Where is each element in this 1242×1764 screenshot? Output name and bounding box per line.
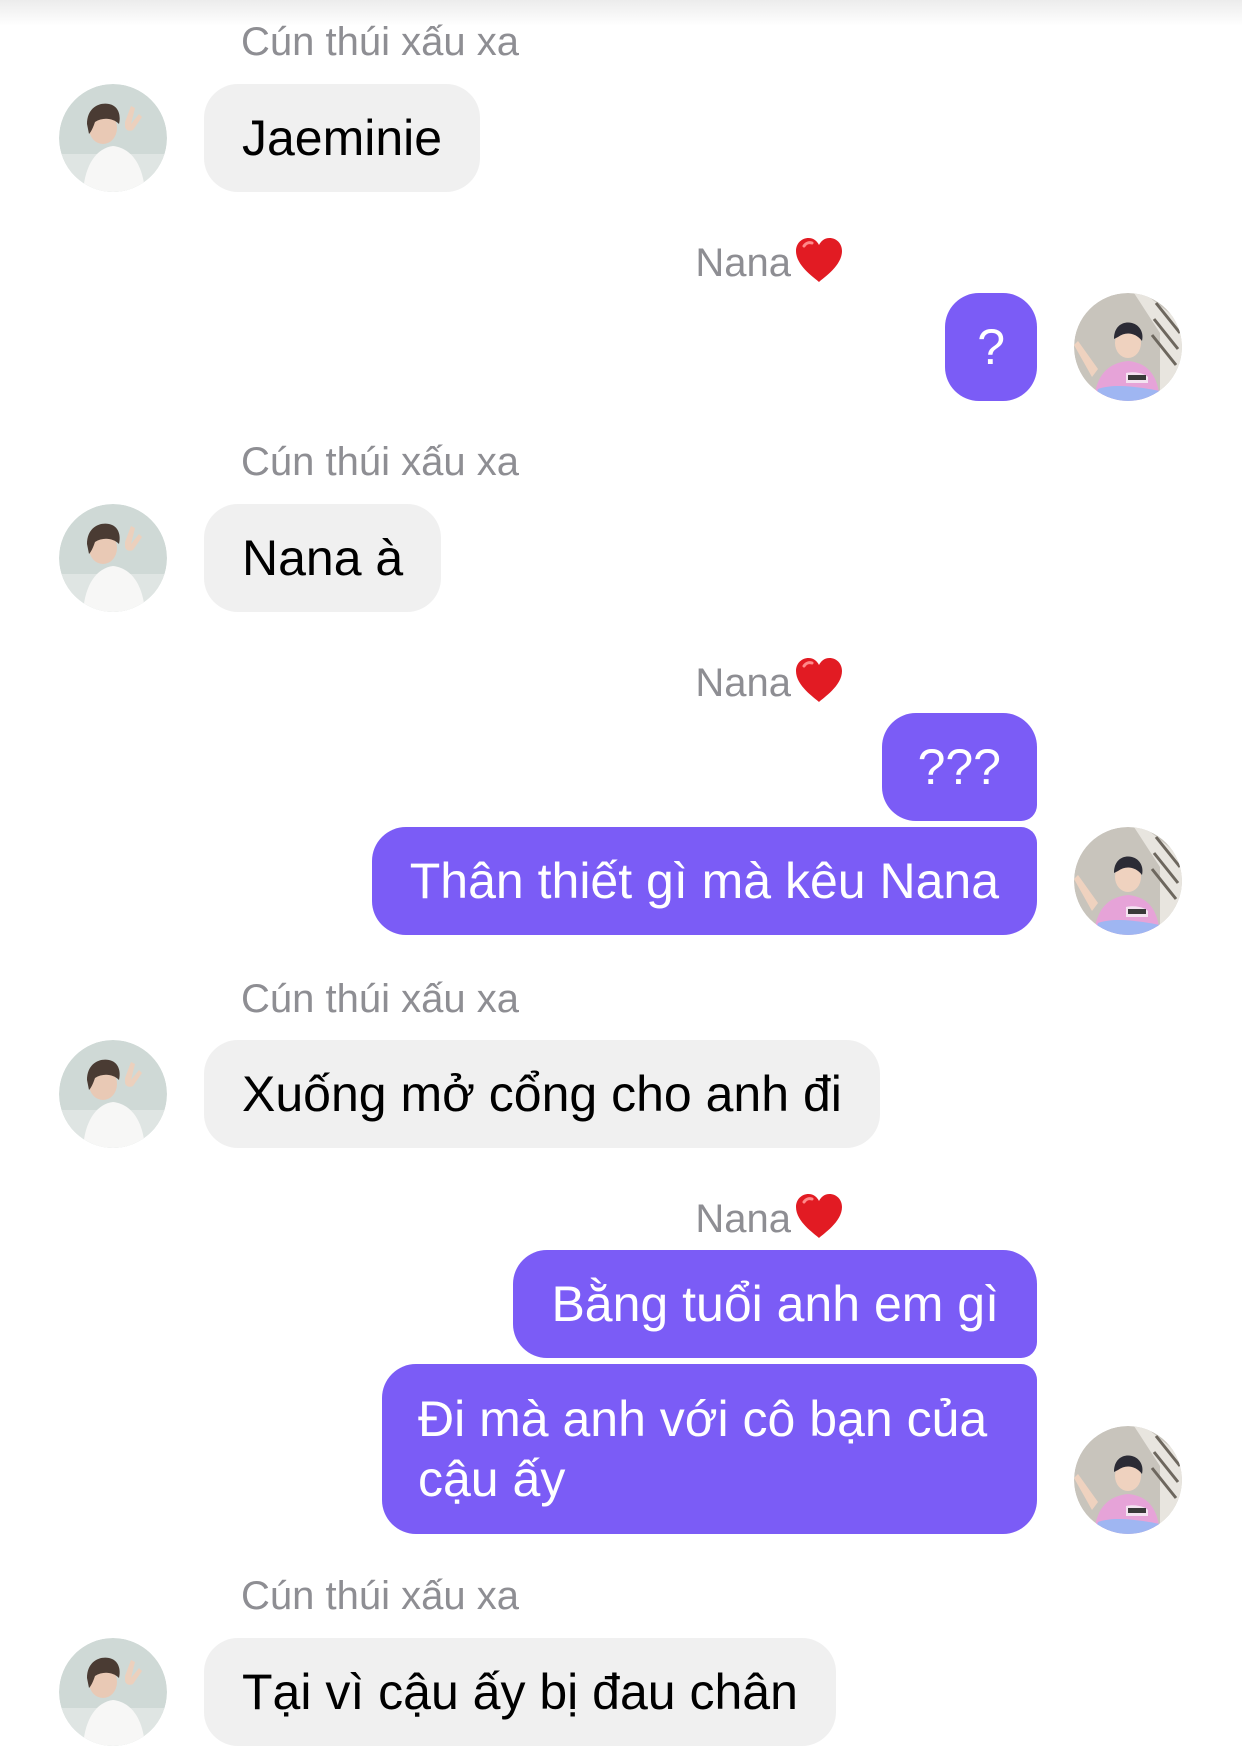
- sender-name: Cún thúi xấu xa: [241, 440, 519, 484]
- sender-name: Nana: [695, 236, 845, 284]
- incoming-message-bubble[interactable]: Nana à: [204, 504, 442, 612]
- contact-avatar[interactable]: [59, 1040, 167, 1148]
- message-line: cậu ấy: [418, 1451, 566, 1507]
- outgoing-message-bubble[interactable]: Thân thiết gì mà kêu Nana: [371, 827, 1037, 935]
- incoming-message-bubble[interactable]: Jaeminie: [204, 84, 481, 192]
- sender-name: Nana: [695, 656, 845, 704]
- contact-avatar[interactable]: [59, 1638, 167, 1746]
- heart-icon: [793, 236, 845, 284]
- message-line: Đi mà anh với cô bạn của: [418, 1391, 988, 1447]
- incoming-message-bubble[interactable]: Tại vì cậu ấy bị đau chân: [204, 1638, 836, 1746]
- contact-avatar[interactable]: [59, 504, 167, 612]
- sender-name-text: Nana: [695, 661, 791, 705]
- sender-name: Cún thúi xấu xa: [241, 20, 519, 64]
- outgoing-message-bubble[interactable]: Đi mà anh với cô bạn của cậu ấy: [382, 1364, 1037, 1534]
- heart-icon: [793, 656, 845, 704]
- incoming-message-bubble[interactable]: Xuống mở cổng cho anh đi: [204, 1040, 880, 1148]
- contact-avatar[interactable]: [59, 84, 167, 192]
- outgoing-message-bubble[interactable]: ?: [945, 293, 1037, 401]
- sender-name: Nana: [695, 1192, 845, 1240]
- sender-name: Cún thúi xấu xa: [241, 977, 519, 1021]
- sender-name-text: Nana: [695, 1197, 791, 1241]
- user-avatar[interactable]: [1074, 1426, 1182, 1534]
- user-avatar[interactable]: [1074, 827, 1182, 935]
- heart-icon: [793, 1192, 845, 1240]
- top-fade: [0, 0, 1242, 26]
- user-avatar[interactable]: [1074, 293, 1182, 401]
- outgoing-message-bubble[interactable]: Bằng tuổi anh em gì: [513, 1250, 1037, 1358]
- outgoing-message-bubble[interactable]: ???: [881, 713, 1037, 821]
- sender-name-text: Nana: [695, 241, 791, 285]
- sender-name: Cún thúi xấu xa: [241, 1574, 519, 1618]
